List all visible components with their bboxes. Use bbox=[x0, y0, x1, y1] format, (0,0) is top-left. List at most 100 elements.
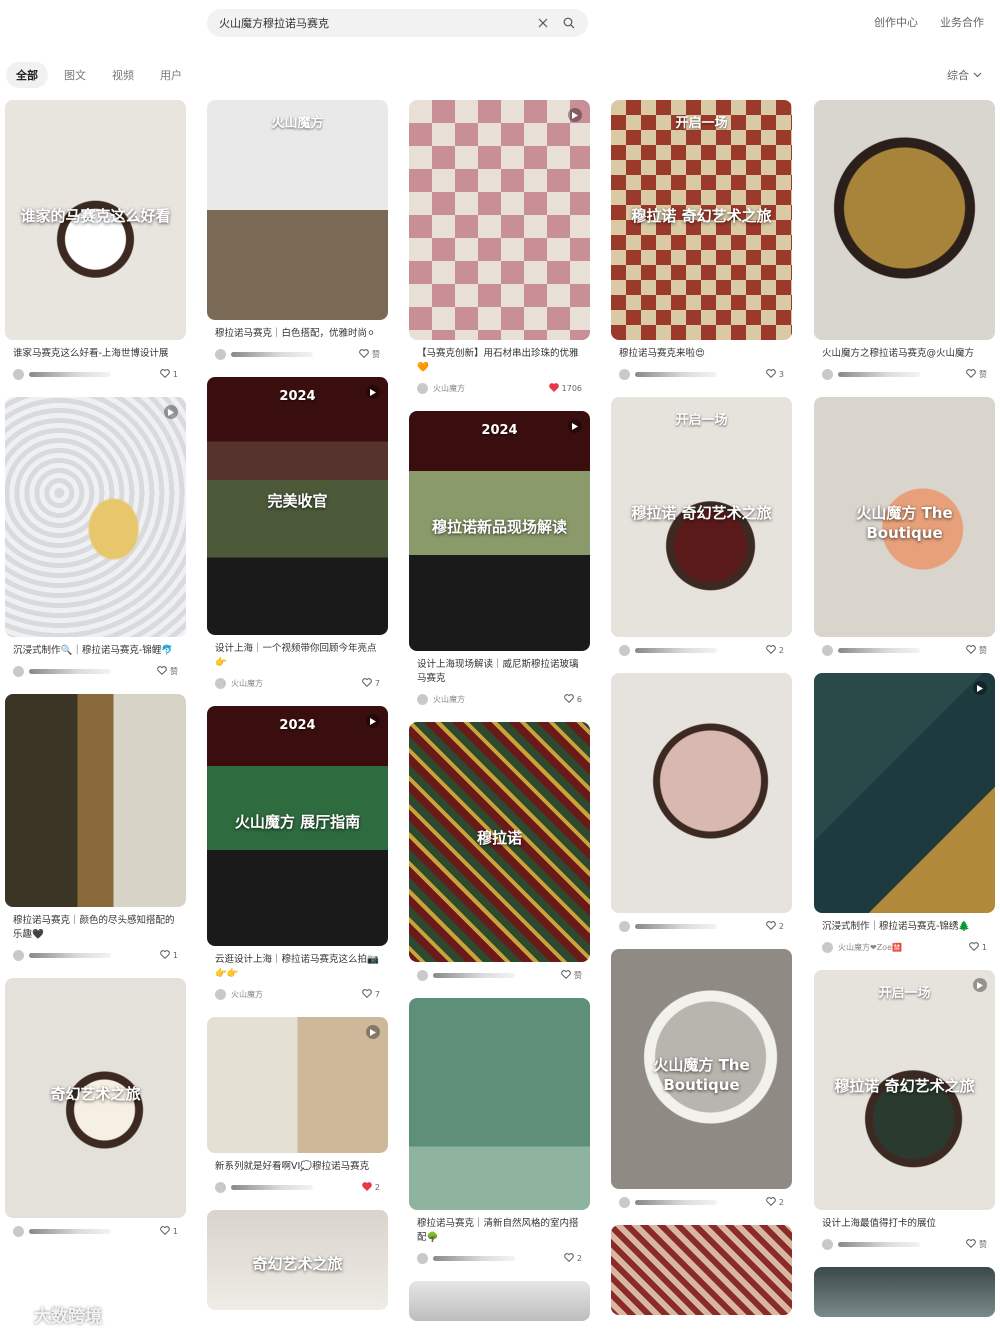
avatar[interactable] bbox=[822, 368, 833, 380]
feed-card[interactable]: 奇幻艺术之旅 1 bbox=[5, 978, 186, 1238]
tab-all[interactable]: 全部 bbox=[6, 62, 48, 88]
card-title[interactable]: 新系列就是好看啊VI💭穆拉诺马赛克 bbox=[207, 1160, 388, 1174]
avatar[interactable] bbox=[619, 1196, 630, 1208]
avatar[interactable] bbox=[417, 1252, 428, 1264]
feed-card[interactable] bbox=[611, 1225, 792, 1315]
feed-card[interactable]: 沉浸式制作🔍｜穆拉诺马赛克-锦鲤🐬 赞 bbox=[5, 397, 186, 678]
card-cover-image[interactable]: 火山魔方 bbox=[207, 100, 388, 320]
card-cover-image[interactable]: 奇幻艺术之旅 bbox=[207, 1210, 388, 1310]
feed-card[interactable]: 2 bbox=[611, 673, 792, 933]
card-cover-image[interactable] bbox=[814, 1267, 995, 1317]
like-button[interactable]: 1 bbox=[160, 368, 178, 380]
author-info[interactable] bbox=[417, 1252, 515, 1264]
feed-card[interactable] bbox=[814, 1267, 995, 1317]
feed-card[interactable]: 穆拉诺马赛克｜颜色的尽头感知搭配的乐趣🖤 1 bbox=[5, 694, 186, 962]
author-info[interactable] bbox=[619, 920, 717, 932]
feed-card[interactable]: 穆拉诺赞 bbox=[409, 722, 590, 982]
card-cover-image[interactable]: 开启一场 穆拉诺 奇幻艺术之旅 bbox=[611, 397, 792, 637]
like-button[interactable]: 2 bbox=[564, 1252, 582, 1264]
card-title[interactable]: 穆拉诺马赛克｜白色搭配，优雅时尚⚪ bbox=[207, 327, 388, 341]
author-info[interactable]: 火山魔方 bbox=[417, 693, 465, 705]
author-info[interactable] bbox=[822, 1238, 920, 1250]
card-cover-image[interactable] bbox=[409, 998, 590, 1210]
avatar[interactable] bbox=[13, 368, 24, 380]
avatar[interactable] bbox=[619, 920, 630, 932]
feed-card[interactable]: 新系列就是好看啊VI💭穆拉诺马赛克 2 bbox=[207, 1017, 388, 1194]
author-name[interactable]: 火山魔方❤Zoe🈲 bbox=[838, 942, 902, 953]
feed-card[interactable]: 火山魔方之穆拉诺马赛克@火山魔方赞 bbox=[814, 100, 995, 381]
feed-card[interactable]: 谁家的马赛克这么好看 谁家马赛克这么好看-上海世博设计展 1 bbox=[5, 100, 186, 381]
author-info[interactable] bbox=[13, 368, 111, 380]
card-title[interactable]: 穆拉诺马赛克来啦😍 bbox=[611, 347, 792, 361]
business-link[interactable]: 业务合作 bbox=[940, 14, 984, 30]
card-title[interactable]: 设计上海｜一个视频带你回顾今年亮点👉 bbox=[207, 642, 388, 670]
like-button[interactable]: 1 bbox=[969, 941, 987, 953]
feed-card[interactable]: 开启一场 穆拉诺 奇幻艺术之旅 2 bbox=[611, 397, 792, 657]
card-cover-image[interactable]: 2024 穆拉诺新品现场解读 bbox=[409, 411, 590, 651]
avatar[interactable] bbox=[822, 1238, 833, 1250]
avatar[interactable] bbox=[417, 693, 428, 705]
avatar[interactable] bbox=[619, 644, 630, 656]
card-cover-image[interactable] bbox=[814, 673, 995, 913]
like-button[interactable]: 7 bbox=[362, 677, 380, 689]
feed-card[interactable]: 2024 火山魔方 展厅指南 云逛设计上海｜穆拉诺马赛克这么拍📷👉👉 火山魔方 7 bbox=[207, 706, 388, 1001]
card-cover-image[interactable]: 奇幻艺术之旅 bbox=[5, 978, 186, 1218]
creator-center-link[interactable]: 创作中心 bbox=[874, 14, 918, 30]
like-button[interactable]: 赞 bbox=[359, 348, 380, 360]
feed-card[interactable]: 沉浸式制作｜穆拉诺马赛克-锦绣🌲 火山魔方❤Zoe🈲 1 bbox=[814, 673, 995, 954]
tab-video[interactable]: 视频 bbox=[102, 62, 144, 88]
card-cover-image[interactable]: 开启一场 穆拉诺 奇幻艺术之旅 bbox=[814, 970, 995, 1210]
feed-card[interactable]: 穆拉诺马赛克｜清新自然风格的室内搭配🌳 2 bbox=[409, 998, 590, 1265]
avatar[interactable] bbox=[215, 1181, 226, 1193]
avatar[interactable] bbox=[215, 348, 226, 360]
author-info[interactable] bbox=[822, 368, 920, 380]
card-cover-image[interactable] bbox=[5, 397, 186, 637]
like-button[interactable]: 1 bbox=[160, 949, 178, 961]
author-info[interactable] bbox=[215, 1181, 313, 1193]
like-button[interactable]: 2 bbox=[766, 644, 784, 656]
feed-card[interactable] bbox=[409, 1281, 590, 1321]
like-button[interactable]: 赞 bbox=[966, 368, 987, 380]
card-title[interactable]: 谁家马赛克这么好看-上海世博设计展 bbox=[5, 347, 186, 361]
like-button[interactable]: 赞 bbox=[966, 1238, 987, 1250]
search-bar[interactable] bbox=[207, 9, 588, 37]
card-title[interactable]: 穆拉诺马赛克｜清新自然风格的室内搭配🌳 bbox=[409, 1217, 590, 1245]
feed-card[interactable]: 【马赛克创新】用石材串出珍珠的优雅🧡 火山魔方 1706 bbox=[409, 100, 590, 395]
search-input[interactable] bbox=[219, 16, 534, 30]
avatar[interactable] bbox=[619, 368, 630, 380]
avatar[interactable] bbox=[13, 665, 24, 677]
author-info[interactable] bbox=[619, 1196, 717, 1208]
card-title[interactable]: 设计上海现场解读｜威尼斯穆拉诺玻璃马赛克 bbox=[409, 658, 590, 686]
like-button[interactable]: 1706 bbox=[548, 382, 582, 394]
card-title[interactable]: 云逛设计上海｜穆拉诺马赛克这么拍📷👉👉 bbox=[207, 953, 388, 981]
search-icon[interactable] bbox=[560, 14, 578, 32]
avatar[interactable] bbox=[417, 969, 428, 981]
like-button[interactable]: 赞 bbox=[157, 665, 178, 677]
author-info[interactable] bbox=[13, 949, 111, 961]
author-info[interactable]: 火山魔方❤Zoe🈲 bbox=[822, 941, 902, 953]
card-title[interactable]: 沉浸式制作｜穆拉诺马赛克-锦绣🌲 bbox=[814, 920, 995, 934]
feed-card[interactable]: 火山魔方穆拉诺马赛克｜白色搭配，优雅时尚⚪ 赞 bbox=[207, 100, 388, 361]
feed-card[interactable]: 奇幻艺术之旅 bbox=[207, 1210, 388, 1310]
author-info[interactable] bbox=[822, 644, 920, 656]
card-cover-image[interactable] bbox=[814, 100, 995, 340]
card-cover-image[interactable]: 火山魔方 The Boutique bbox=[814, 397, 995, 637]
card-title[interactable]: 设计上海最值得打卡的展位 bbox=[814, 1217, 995, 1231]
tab-image-text[interactable]: 图文 bbox=[54, 62, 96, 88]
author-info[interactable]: 火山魔方 bbox=[215, 988, 263, 1000]
avatar[interactable] bbox=[822, 941, 833, 953]
card-title[interactable]: 穆拉诺马赛克｜颜色的尽头感知搭配的乐趣🖤 bbox=[5, 914, 186, 942]
card-cover-image[interactable] bbox=[5, 694, 186, 907]
avatar[interactable] bbox=[215, 677, 226, 689]
author-name[interactable]: 火山魔方 bbox=[231, 989, 263, 1000]
feed-card[interactable]: 2024 完美收官 设计上海｜一个视频带你回顾今年亮点👉 火山魔方 7 bbox=[207, 377, 388, 690]
card-cover-image[interactable] bbox=[409, 1281, 590, 1321]
like-button[interactable]: 1 bbox=[160, 1225, 178, 1237]
author-name[interactable]: 火山魔方 bbox=[231, 678, 263, 689]
avatar[interactable] bbox=[822, 644, 833, 656]
author-info[interactable] bbox=[619, 368, 717, 380]
card-cover-image[interactable] bbox=[207, 1017, 388, 1153]
card-cover-image[interactable] bbox=[409, 100, 590, 340]
feed-card[interactable]: 开启一场 穆拉诺 奇幻艺术之旅 穆拉诺马赛克来啦😍 3 bbox=[611, 100, 792, 381]
feed-card[interactable]: 开启一场 穆拉诺 奇幻艺术之旅设计上海最值得打卡的展位赞 bbox=[814, 970, 995, 1251]
